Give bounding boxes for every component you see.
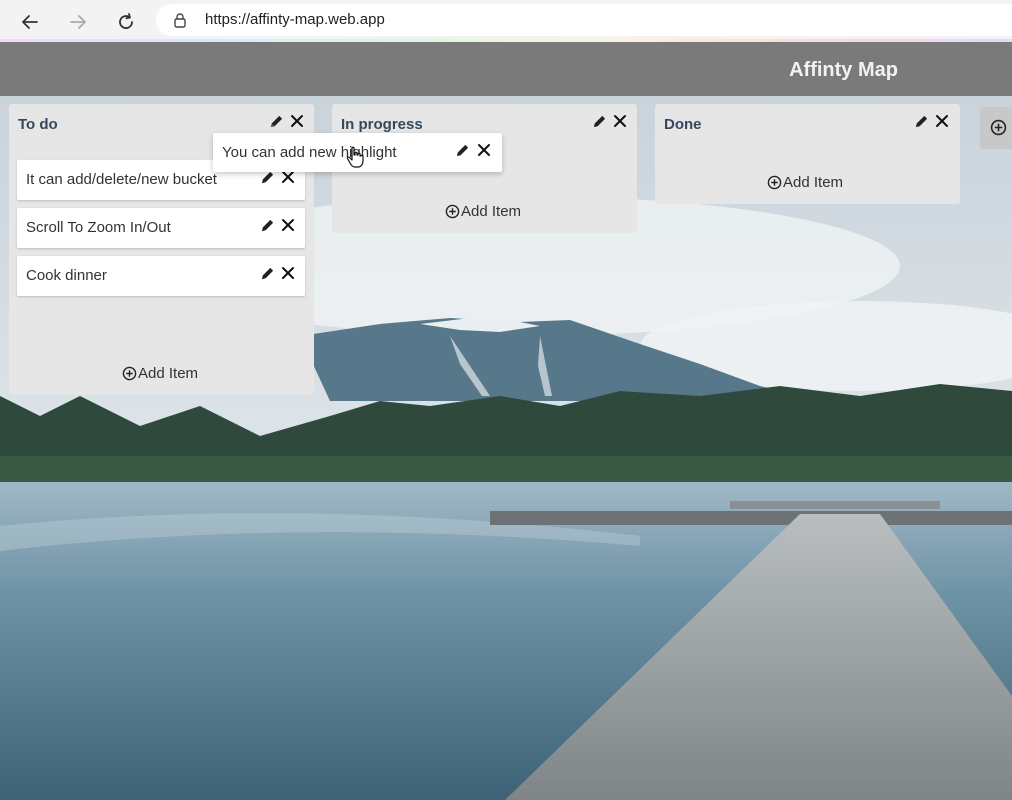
pencil-icon: [915, 115, 927, 127]
close-icon: [936, 115, 948, 127]
edit-bucket-button[interactable]: [912, 112, 930, 130]
item-text: Scroll To Zoom In/Out: [26, 219, 171, 236]
bucket-title: In progress: [341, 116, 423, 133]
reload-icon: [119, 13, 133, 29]
arrow-left-icon: [22, 15, 38, 29]
lock-icon: [174, 13, 186, 28]
app-title: Affinty Map: [789, 59, 898, 81]
close-icon: [614, 115, 626, 127]
edit-item-button[interactable]: [453, 141, 471, 159]
browser-toolbar: https://affinty-map.web.app: [0, 0, 1012, 42]
close-icon: [291, 115, 303, 127]
item-text: You can add new highlight: [222, 144, 397, 161]
url-text: https://affinty-map.web.app: [205, 11, 385, 28]
delete-item-button[interactable]: [475, 141, 493, 159]
pencil-icon: [270, 115, 282, 127]
pencil-icon: [593, 115, 605, 127]
pencil-icon: [261, 219, 273, 231]
pencil-icon: [456, 144, 468, 156]
back-button[interactable]: [16, 8, 44, 36]
pencil-icon: [261, 267, 273, 279]
edit-bucket-button[interactable]: [590, 112, 608, 130]
delete-item-button[interactable]: [279, 264, 297, 282]
add-item-button[interactable]: Add Item: [445, 203, 521, 220]
address-bar[interactable]: https://affinty-map.web.app: [156, 4, 1012, 36]
add-item-label: Add Item: [461, 203, 522, 220]
edit-item-button[interactable]: [258, 216, 276, 234]
add-bucket-button[interactable]: [980, 107, 1012, 149]
delete-bucket-button[interactable]: [933, 112, 951, 130]
delete-bucket-button[interactable]: [611, 112, 629, 130]
bucket-title: To do: [18, 116, 58, 133]
plus-circle-icon: [767, 175, 782, 190]
add-item-button[interactable]: Add Item: [122, 365, 198, 382]
bucket-done: Done Add Item: [655, 104, 960, 204]
close-icon: [478, 144, 490, 156]
list-item[interactable]: Cook dinner: [17, 256, 305, 296]
add-item-label: Add Item: [783, 174, 844, 191]
edit-bucket-button[interactable]: [267, 112, 285, 130]
delete-bucket-button[interactable]: [288, 112, 306, 130]
forward-button[interactable]: [64, 8, 92, 36]
add-item-label: Add Item: [138, 365, 199, 382]
edit-item-button[interactable]: [258, 264, 276, 282]
arrow-right-icon: [70, 15, 86, 29]
hand-cursor-icon: [346, 146, 364, 168]
item-text: Cook dinner: [26, 267, 107, 284]
list-item[interactable]: Scroll To Zoom In/Out: [17, 208, 305, 248]
add-item-button[interactable]: Add Item: [767, 174, 843, 191]
item-text: It can add/delete/new bucket: [26, 171, 217, 188]
plus-circle-icon: [990, 119, 1007, 136]
plus-circle-icon: [445, 204, 460, 219]
bucket-title: Done: [664, 116, 702, 133]
app-header: Affinty Map: [0, 42, 1012, 96]
close-icon: [282, 171, 294, 183]
plus-circle-icon: [122, 366, 137, 381]
reload-button[interactable]: [112, 8, 140, 36]
close-icon: [282, 267, 294, 279]
close-icon: [282, 219, 294, 231]
delete-item-button[interactable]: [279, 216, 297, 234]
